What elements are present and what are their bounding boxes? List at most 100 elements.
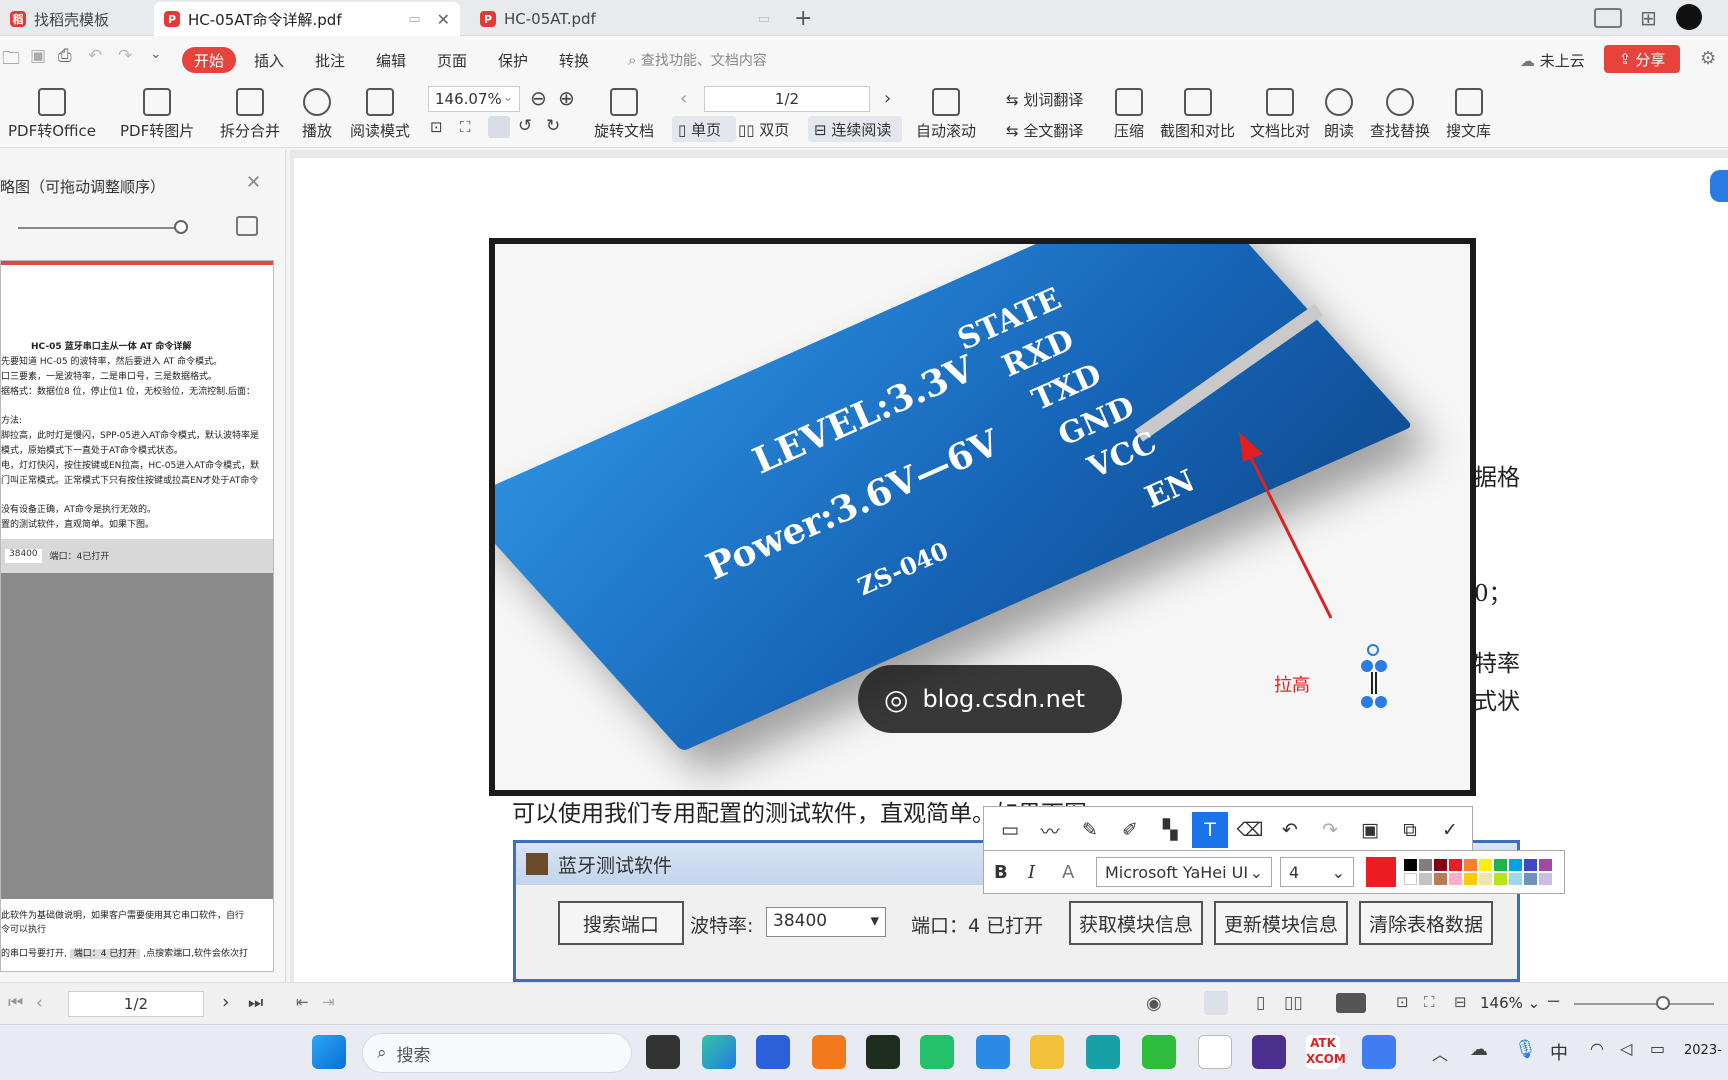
color-swatch[interactable]: [1494, 859, 1507, 871]
wifi-icon[interactable]: ◠: [1590, 1039, 1604, 1058]
play-button[interactable]: 播放: [302, 88, 332, 141]
color-swatch[interactable]: [1494, 873, 1507, 885]
highlighter-icon[interactable]: ✐: [1112, 812, 1148, 848]
screenshot-compare-button[interactable]: 截图和对比: [1160, 88, 1235, 141]
windows-start-icon[interactable]: [312, 1035, 346, 1069]
color-swatch[interactable]: [1524, 859, 1537, 871]
shape-icon[interactable]: ▭: [992, 812, 1028, 848]
image-icon[interactable]: [236, 216, 258, 236]
back-icon[interactable]: ⇤: [296, 993, 309, 1011]
color-swatch[interactable]: [1419, 873, 1432, 885]
microphone-icon[interactable]: 🎙: [1514, 1039, 1537, 1060]
zoom-select[interactable]: 146.07% ⌄: [428, 86, 520, 112]
media-player-icon[interactable]: [1252, 1035, 1286, 1069]
color-swatch[interactable]: [1464, 873, 1477, 885]
mosaic-icon[interactable]: ▚: [1152, 812, 1188, 848]
share-button[interactable]: ⇪ 分享: [1604, 45, 1680, 73]
bold-icon[interactable]: B: [994, 862, 1020, 883]
freehand-icon[interactable]: 〰: [1032, 812, 1068, 848]
eye-protect-icon[interactable]: ◉: [1146, 993, 1162, 1014]
color-swatch[interactable]: [1449, 859, 1462, 871]
menu-convert[interactable]: 转换: [559, 50, 589, 71]
tab-hc05-at[interactable]: P HC-05AT.pdf ▭: [470, 2, 780, 36]
menu-insert[interactable]: 插入: [254, 50, 284, 71]
window-layout-icon[interactable]: [1594, 8, 1622, 28]
copy-icon[interactable]: ⧉: [1392, 812, 1428, 848]
auto-scroll-button[interactable]: 自动滚动: [916, 88, 976, 141]
clion-icon[interactable]: [866, 1035, 900, 1069]
actual-size-icon[interactable]: ⊡: [1396, 993, 1409, 1011]
resize-handle-icon[interactable]: [1361, 696, 1373, 708]
cloud-icon[interactable]: ☁: [1470, 1039, 1488, 1060]
ime-indicator[interactable]: 中: [1550, 1039, 1568, 1065]
split-merge-button[interactable]: 拆分合并: [220, 88, 280, 141]
thumbnail-size-slider[interactable]: [18, 227, 184, 229]
text-outline-icon[interactable]: A: [1062, 862, 1088, 883]
chevron-up-icon[interactable]: ︿: [1432, 1041, 1448, 1065]
undo-icon[interactable]: ↶: [88, 46, 102, 66]
floating-assistant-button[interactable]: [1710, 170, 1728, 202]
save-icon[interactable]: ▣: [1352, 812, 1388, 848]
atk-xcom-icon[interactable]: ATK XCOM: [1306, 1035, 1346, 1069]
color-swatch[interactable]: [1509, 859, 1522, 871]
continuous-read-button[interactable]: ⊟ 连续阅读: [808, 116, 902, 142]
confirm-icon[interactable]: ✓: [1432, 812, 1468, 848]
close-icon[interactable]: ✕: [437, 10, 450, 29]
menu-protect[interactable]: 保护: [498, 50, 528, 71]
forward-icon[interactable]: ⇥: [322, 993, 335, 1011]
edge-icon[interactable]: [702, 1035, 736, 1069]
resize-handle-icon[interactable]: [1361, 660, 1373, 672]
color-swatch[interactable]: [1539, 873, 1552, 885]
doc-compare-button[interactable]: 文档比对: [1250, 88, 1310, 141]
pin-icon[interactable]: ▭: [758, 12, 770, 27]
color-swatch[interactable]: [1479, 873, 1492, 885]
edge-dev-icon[interactable]: [1086, 1035, 1120, 1069]
color-swatch[interactable]: [1404, 873, 1417, 885]
last-page-icon[interactable]: ⏭: [248, 993, 263, 1013]
pin-icon[interactable]: ▭: [408, 12, 420, 27]
find-replace-button[interactable]: 查找替换: [1370, 88, 1430, 141]
fit-page-icon[interactable]: ⛶: [460, 118, 471, 136]
tab-template[interactable]: 稻 找稻壳模板: [0, 2, 150, 36]
color-swatch[interactable]: [1434, 873, 1447, 885]
page-input[interactable]: 1/2: [704, 86, 870, 112]
next-page-icon[interactable]: ›: [884, 88, 891, 109]
double-page-button[interactable]: ▯▯ 双页: [738, 119, 789, 140]
pdf-to-image-button[interactable]: PDF转图片: [120, 88, 194, 141]
redo-icon[interactable]: ↷: [118, 46, 132, 66]
battery-icon[interactable]: ▭: [1650, 1039, 1665, 1058]
single-page-icon[interactable]: ▯: [1256, 993, 1265, 1013]
actual-size-icon[interactable]: ⊡: [430, 118, 443, 136]
compress-button[interactable]: 压缩: [1114, 88, 1144, 141]
store-icon[interactable]: [756, 1035, 790, 1069]
hc05-module-photo[interactable]: STATE RXD TXD GND VCC EN LEVEL:3.3V Powe…: [489, 238, 1476, 796]
menu-edit[interactable]: 编辑: [376, 50, 406, 71]
volume-icon[interactable]: ◁: [1620, 1039, 1632, 1058]
eraser-icon[interactable]: ⌫: [1232, 812, 1268, 848]
fit-width-icon[interactable]: ⊟: [1454, 993, 1467, 1011]
pen-icon[interactable]: ✎: [1072, 812, 1108, 848]
double-page-icon[interactable]: ▯▯: [1284, 993, 1303, 1013]
page-input[interactable]: 1/2: [68, 991, 204, 1017]
new-tab-icon[interactable]: +: [794, 6, 812, 31]
resize-handle-icon[interactable]: [1375, 696, 1387, 708]
menu-annotate[interactable]: 批注: [315, 50, 345, 71]
gear-icon[interactable]: ⚙: [1700, 48, 1716, 69]
rotate-handle-icon[interactable]: [1367, 644, 1379, 656]
word-translate-button[interactable]: ⇆ 划词翻译: [1006, 89, 1083, 110]
undo-icon[interactable]: ↶: [1272, 812, 1308, 848]
next-page-icon[interactable]: ›: [222, 991, 230, 1013]
menu-page[interactable]: 页面: [437, 50, 467, 71]
taskbar-search[interactable]: ⌕ 搜索: [362, 1033, 632, 1073]
search-input[interactable]: ⌕ 查找功能、文档内容: [628, 50, 767, 70]
document-icon[interactable]: [1198, 1035, 1232, 1069]
fit-page-icon[interactable]: ⛶: [1424, 993, 1435, 1011]
apps-grid-icon[interactable]: ⊞: [1640, 6, 1657, 30]
color-swatch[interactable]: [1434, 859, 1447, 871]
save-icon[interactable]: ▣: [30, 46, 46, 66]
fit-width-icon[interactable]: [488, 116, 510, 138]
text-cursor-handles[interactable]: [1361, 644, 1389, 708]
zoom-out-icon[interactable]: −: [1546, 991, 1561, 1012]
single-page-button[interactable]: ▯ 单页: [672, 116, 736, 142]
zoom-slider[interactable]: [1574, 1003, 1714, 1005]
